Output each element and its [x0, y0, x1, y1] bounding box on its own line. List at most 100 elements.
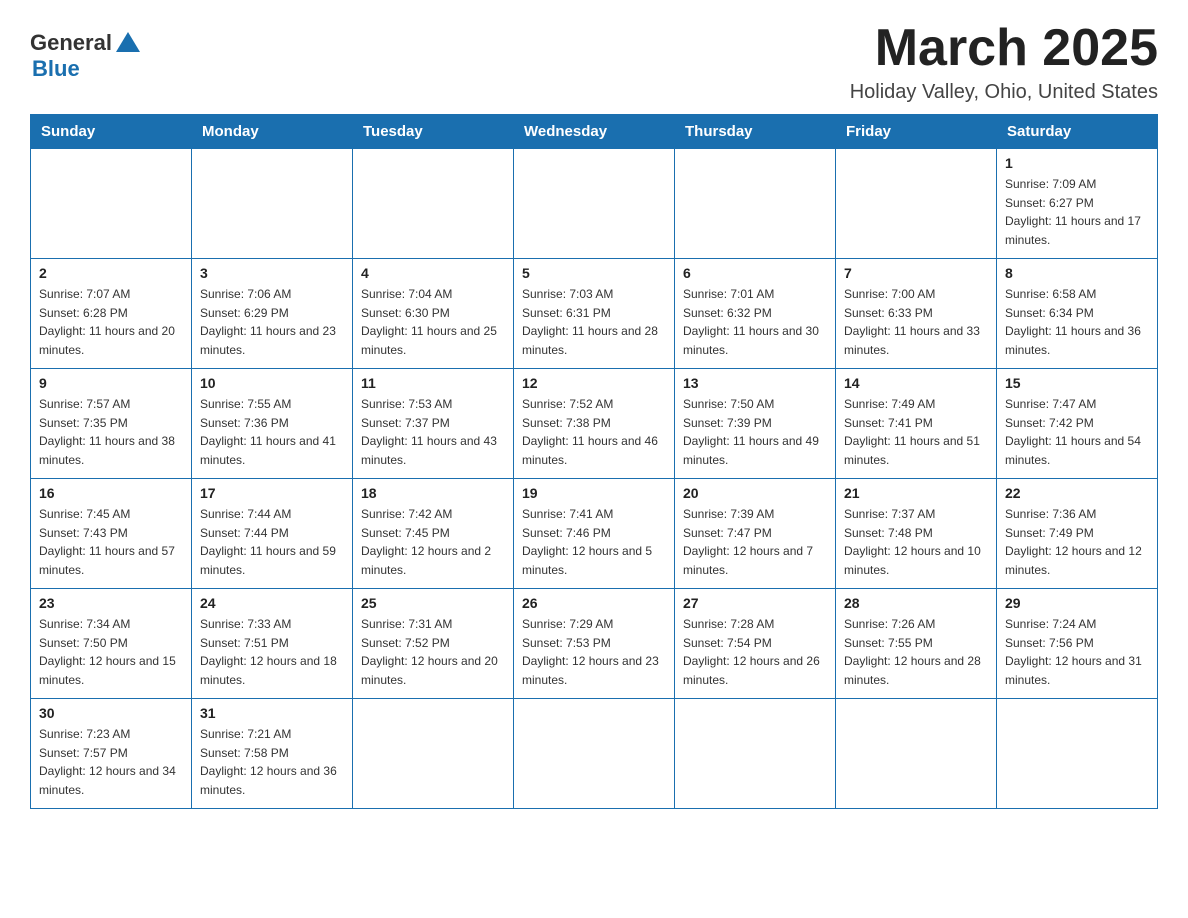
day-info: Sunrise: 7:49 AMSunset: 7:41 PMDaylight:…: [844, 395, 988, 469]
calendar-day-cell: 13Sunrise: 7:50 AMSunset: 7:39 PMDayligh…: [675, 369, 836, 479]
calendar-day-cell: 2 Sunrise: 7:07 AMSunset: 6:28 PMDaylight…: [31, 259, 192, 369]
calendar-week-row: 1 Sunrise: 7:09 AMSunset: 6:27 PMDaylight…: [31, 149, 1158, 259]
day-info: Sunrise: 7:55 AMSunset: 7:36 PMDaylight:…: [200, 395, 344, 469]
day-number: 14: [844, 375, 988, 391]
logo-blue-label: Blue: [32, 56, 80, 82]
calendar-day-cell: 16 Sunrise: 7:45 AMSunset: 7:43 PMDayligh…: [31, 479, 192, 589]
day-info: Sunrise: 7:21 AMSunset: 7:58 PMDaylight:…: [200, 725, 344, 799]
day-info: Sunrise: 7:41 AMSunset: 7:46 PMDaylight:…: [522, 505, 666, 579]
day-info: Sunrise: 7:09 AMSunset: 6:27 PMDaylight:…: [1005, 175, 1149, 249]
logo-general-label: General: [30, 30, 112, 56]
calendar-day-cell: [836, 149, 997, 259]
calendar-day-cell: 25 Sunrise: 7:31 AMSunset: 7:52 PMDayligh…: [353, 589, 514, 699]
day-number: 31: [200, 705, 344, 721]
calendar-day-cell: 22Sunrise: 7:36 AMSunset: 7:49 PMDayligh…: [997, 479, 1158, 589]
calendar-day-cell: 29 Sunrise: 7:24 AMSunset: 7:56 PMDayligh…: [997, 589, 1158, 699]
day-info: Sunrise: 7:45 AMSunset: 7:43 PMDaylight:…: [39, 505, 183, 579]
day-info: Sunrise: 7:07 AMSunset: 6:28 PMDaylight:…: [39, 285, 183, 359]
calendar-day-cell: [675, 699, 836, 809]
day-number: 12: [522, 375, 666, 391]
day-number: 15: [1005, 375, 1149, 391]
logo: General Blue: [30, 30, 140, 82]
calendar-day-cell: 14 Sunrise: 7:49 AMSunset: 7:41 PMDayligh…: [836, 369, 997, 479]
day-info: Sunrise: 7:36 AMSunset: 7:49 PMDaylight:…: [1005, 505, 1149, 579]
day-number: 3: [200, 265, 344, 281]
day-number: 16: [39, 485, 183, 501]
calendar-day-cell: 15 Sunrise: 7:47 AMSunset: 7:42 PMDayligh…: [997, 369, 1158, 479]
day-number: 21: [844, 485, 988, 501]
day-number: 20: [683, 485, 827, 501]
logo-triangle-icon: [116, 32, 140, 52]
calendar-day-cell: 20 Sunrise: 7:39 AMSunset: 7:47 PMDayligh…: [675, 479, 836, 589]
calendar-day-cell: [31, 149, 192, 259]
calendar-day-cell: 31 Sunrise: 7:21 AMSunset: 7:58 PMDayligh…: [192, 699, 353, 809]
page-header: General Blue March 2025 Holiday Valley, …: [30, 20, 1158, 104]
calendar-day-header: Friday: [836, 115, 997, 149]
logo-general-text: General: [30, 30, 140, 56]
day-number: 1: [1005, 155, 1149, 171]
calendar-day-cell: [353, 149, 514, 259]
day-number: 5: [522, 265, 666, 281]
day-info: Sunrise: 7:57 AMSunset: 7:35 PMDaylight:…: [39, 395, 183, 469]
day-number: 10: [200, 375, 344, 391]
day-info: Sunrise: 7:00 AMSunset: 6:33 PMDaylight:…: [844, 285, 988, 359]
calendar-day-cell: 12 Sunrise: 7:52 AMSunset: 7:38 PMDayligh…: [514, 369, 675, 479]
day-number: 9: [39, 375, 183, 391]
day-info: Sunrise: 7:34 AMSunset: 7:50 PMDaylight:…: [39, 615, 183, 689]
calendar-day-cell: 17Sunrise: 7:44 AMSunset: 7:44 PMDayligh…: [192, 479, 353, 589]
calendar-day-cell: [836, 699, 997, 809]
day-info: Sunrise: 7:04 AMSunset: 6:30 PMDaylight:…: [361, 285, 505, 359]
calendar-table: SundayMondayTuesdayWednesdayThursdayFrid…: [30, 114, 1158, 809]
day-info: Sunrise: 7:53 AMSunset: 7:37 PMDaylight:…: [361, 395, 505, 469]
day-number: 2: [39, 265, 183, 281]
day-number: 29: [1005, 595, 1149, 611]
calendar-day-header: Saturday: [997, 115, 1158, 149]
calendar-day-cell: 9 Sunrise: 7:57 AMSunset: 7:35 PMDaylight…: [31, 369, 192, 479]
calendar-day-cell: 23Sunrise: 7:34 AMSunset: 7:50 PMDayligh…: [31, 589, 192, 699]
day-info: Sunrise: 7:01 AMSunset: 6:32 PMDaylight:…: [683, 285, 827, 359]
calendar-day-cell: 28Sunrise: 7:26 AMSunset: 7:55 PMDayligh…: [836, 589, 997, 699]
calendar-day-cell: 24 Sunrise: 7:33 AMSunset: 7:51 PMDayligh…: [192, 589, 353, 699]
day-info: Sunrise: 7:39 AMSunset: 7:47 PMDaylight:…: [683, 505, 827, 579]
day-info: Sunrise: 7:06 AMSunset: 6:29 PMDaylight:…: [200, 285, 344, 359]
day-number: 6: [683, 265, 827, 281]
day-info: Sunrise: 7:23 AMSunset: 7:57 PMDaylight:…: [39, 725, 183, 799]
day-info: Sunrise: 7:47 AMSunset: 7:42 PMDaylight:…: [1005, 395, 1149, 469]
calendar-week-row: 23Sunrise: 7:34 AMSunset: 7:50 PMDayligh…: [31, 589, 1158, 699]
day-info: Sunrise: 7:24 AMSunset: 7:56 PMDaylight:…: [1005, 615, 1149, 689]
calendar-day-cell: [353, 699, 514, 809]
day-number: 30: [39, 705, 183, 721]
calendar-day-cell: [192, 149, 353, 259]
calendar-day-cell: [675, 149, 836, 259]
calendar-week-row: 2 Sunrise: 7:07 AMSunset: 6:28 PMDaylight…: [31, 259, 1158, 369]
calendar-day-cell: 8Sunrise: 6:58 AMSunset: 6:34 PMDaylight…: [997, 259, 1158, 369]
location-title: Holiday Valley, Ohio, United States: [850, 81, 1158, 104]
day-info: Sunrise: 7:37 AMSunset: 7:48 PMDaylight:…: [844, 505, 988, 579]
day-number: 4: [361, 265, 505, 281]
calendar-day-cell: 19 Sunrise: 7:41 AMSunset: 7:46 PMDayligh…: [514, 479, 675, 589]
day-info: Sunrise: 7:44 AMSunset: 7:44 PMDaylight:…: [200, 505, 344, 579]
calendar-day-cell: 6 Sunrise: 7:01 AMSunset: 6:32 PMDaylight…: [675, 259, 836, 369]
day-number: 7: [844, 265, 988, 281]
day-number: 25: [361, 595, 505, 611]
calendar-day-cell: 5 Sunrise: 7:03 AMSunset: 6:31 PMDaylight…: [514, 259, 675, 369]
calendar-day-cell: 10 Sunrise: 7:55 AMSunset: 7:36 PMDayligh…: [192, 369, 353, 479]
calendar-day-cell: [997, 699, 1158, 809]
calendar-day-cell: 30 Sunrise: 7:23 AMSunset: 7:57 PMDayligh…: [31, 699, 192, 809]
day-number: 24: [200, 595, 344, 611]
calendar-day-cell: 3 Sunrise: 7:06 AMSunset: 6:29 PMDaylight…: [192, 259, 353, 369]
month-title: March 2025: [850, 20, 1158, 77]
day-info: Sunrise: 7:42 AMSunset: 7:45 PMDaylight:…: [361, 505, 505, 579]
calendar-day-cell: [514, 149, 675, 259]
day-info: Sunrise: 7:31 AMSunset: 7:52 PMDaylight:…: [361, 615, 505, 689]
day-number: 19: [522, 485, 666, 501]
day-info: Sunrise: 7:29 AMSunset: 7:53 PMDaylight:…: [522, 615, 666, 689]
day-info: Sunrise: 7:03 AMSunset: 6:31 PMDaylight:…: [522, 285, 666, 359]
calendar-week-row: 16 Sunrise: 7:45 AMSunset: 7:43 PMDayligh…: [31, 479, 1158, 589]
day-info: Sunrise: 7:33 AMSunset: 7:51 PMDaylight:…: [200, 615, 344, 689]
calendar-week-row: 9 Sunrise: 7:57 AMSunset: 7:35 PMDaylight…: [31, 369, 1158, 479]
day-info: Sunrise: 7:52 AMSunset: 7:38 PMDaylight:…: [522, 395, 666, 469]
calendar-day-header: Tuesday: [353, 115, 514, 149]
day-number: 11: [361, 375, 505, 391]
title-area: March 2025 Holiday Valley, Ohio, United …: [850, 20, 1158, 104]
